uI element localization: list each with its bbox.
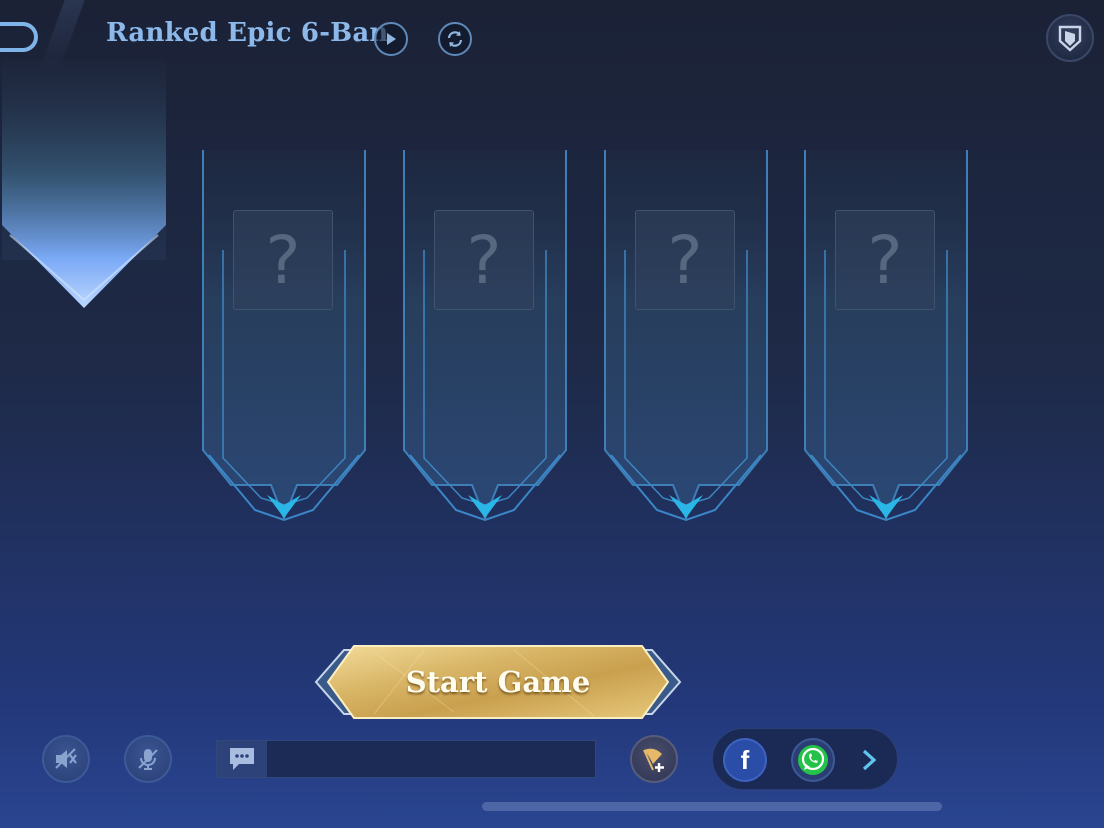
- invite-button[interactable]: [630, 735, 678, 783]
- hero-slot[interactable]: ?: [402, 150, 568, 525]
- start-game-button[interactable]: Start Game: [314, 642, 682, 722]
- refresh-icon: [447, 31, 463, 47]
- chat-button[interactable]: [217, 741, 267, 777]
- chat-input[interactable]: [216, 740, 596, 778]
- hero-placeholder: ?: [835, 210, 935, 310]
- flag-plus-icon: [643, 748, 664, 772]
- home-indicator[interactable]: [482, 802, 942, 811]
- whatsapp-icon: [798, 745, 828, 775]
- share-panel: f: [712, 728, 898, 790]
- facebook-icon: f: [740, 744, 750, 775]
- play-icon: [387, 33, 396, 45]
- back-button[interactable]: [0, 22, 38, 52]
- shield-icon: [1058, 25, 1082, 52]
- mode-title: Ranked Epic 6-Ban: [106, 18, 389, 48]
- whatsapp-share-button[interactable]: [791, 738, 835, 782]
- mic-toggle[interactable]: [124, 735, 172, 783]
- hero-placeholder: ?: [635, 210, 735, 310]
- refresh-button[interactable]: [438, 22, 472, 56]
- slot-frame: [604, 150, 768, 522]
- replay-button[interactable]: [374, 22, 408, 56]
- hero-slot[interactable]: ?: [603, 150, 769, 525]
- rank-shield-button[interactable]: [1046, 14, 1094, 62]
- hero-placeholder: ?: [233, 210, 333, 310]
- slot-frame: [403, 150, 567, 522]
- slot-frame: [804, 150, 968, 522]
- hero-slot[interactable]: ?: [201, 150, 367, 525]
- facebook-share-button[interactable]: f: [723, 738, 767, 782]
- mic-muted-icon: [138, 749, 158, 770]
- hero-placeholder: ?: [434, 210, 534, 310]
- slot-frame: [202, 150, 366, 522]
- chat-bubble-icon: [230, 748, 254, 770]
- lobby-screen: Ranked Epic 6-Ban ? ? ? ? Start Game f: [0, 0, 1104, 828]
- hero-slot[interactable]: ?: [803, 150, 969, 525]
- start-game-label: Start Game: [405, 665, 591, 699]
- speaker-toggle[interactable]: [42, 735, 90, 783]
- speaker-muted-icon: [55, 748, 77, 769]
- player-selection-beam: [2, 60, 166, 308]
- more-share-button[interactable]: [857, 745, 881, 775]
- chevron-right-icon: [862, 749, 877, 771]
